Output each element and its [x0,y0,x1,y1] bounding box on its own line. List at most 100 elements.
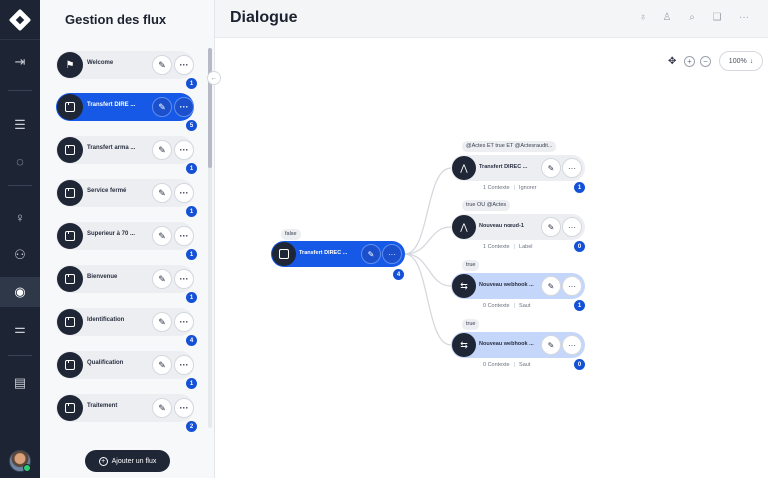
webhook-node[interactable]: ⇆ Nouveau webhook ... ✎ ··· 0 Contexte | S… [451,273,585,311]
chat-icon[interactable]: ❏ [710,12,724,23]
folder-icon [57,180,83,206]
flux-item-label: Transfert arma ... [87,145,136,151]
zoom-out-icon[interactable]: − [700,56,711,67]
add-flux-label: Ajouter un flux [111,457,157,465]
condition-tag: true OU @Actes [462,200,511,211]
edit-icon[interactable]: ✎ [152,55,172,75]
more-icon[interactable]: ··· [174,398,194,418]
dialogue-icon[interactable]: ◉ [0,277,40,307]
node-count-badge: 4 [393,269,404,280]
edit-icon[interactable]: ✎ [152,398,172,418]
user-avatar[interactable] [9,450,31,472]
flux-count-badge: 1 [186,78,197,89]
flux-item-label: Superieur à 70 ... [87,231,136,237]
flux-item-transfert-dire[interactable]: Transfert DIRE ... ✎ ··· 5 [56,93,197,131]
branch-node[interactable]: ⋀ Nouveau nœud-1 ✎ ··· 1 Contexte | Label … [451,214,585,252]
flux-panel: Gestion des flux ⚑ Welcome ✎ ··· 1 Trans… [40,0,215,478]
flux-item-superieur[interactable]: Superieur à 70 ... ✎ ··· 1 [56,222,197,260]
list-icon[interactable]: ☰ [0,110,40,140]
node-label: Nouveau webhook ... [479,282,534,288]
condition-tag: false [281,229,301,240]
folder-icon [272,242,296,266]
edit-icon[interactable]: ✎ [152,312,172,332]
more-icon[interactable]: ··· [174,226,194,246]
edit-icon[interactable]: ✎ [152,269,172,289]
webhook-node[interactable]: ⇆ Nouveau webhook ... ✎ ··· 0 Contexte | S… [451,332,585,370]
collapse-panel-icon[interactable]: ← [207,71,221,85]
node-label: Transfert DIREC ... [299,250,348,256]
lightbulb-icon[interactable]: ♁ [636,12,650,23]
webhook-icon: ⇆ [452,274,476,298]
more-icon[interactable]: ··· [174,355,194,375]
flux-item-label: Welcome [87,60,114,66]
more-icon[interactable]: ··· [737,12,751,23]
transfer-icon: ⋀ [452,156,476,180]
flux-count-badge: 1 [186,163,197,174]
user-icon[interactable]: ♙ [660,12,674,23]
lightbulb-icon[interactable]: ♀ [0,202,40,232]
sliders-icon[interactable]: ⚌ [0,314,40,344]
more-icon[interactable]: ··· [382,244,402,264]
zoom-in-icon[interactable]: + [684,56,695,67]
expand-menu-icon[interactable]: ⇥ [0,47,40,77]
meta-action: Ignorer [519,185,537,191]
flux-item-welcome[interactable]: ⚑ Welcome ✎ ··· 1 [56,51,197,89]
folder-icon [57,309,83,335]
plus-icon: + [98,456,108,466]
edit-icon[interactable]: ✎ [541,217,561,237]
folder-icon [57,223,83,249]
branch-node[interactable]: ⋀ Transfert DIREC ... ✎ ··· 1 Contexte | I… [451,155,585,193]
panel-scrollbar[interactable] [208,48,212,428]
meta-context: 0 Contexte [483,362,510,368]
add-flux-button[interactable]: + Ajouter un flux [85,450,170,472]
zoom-select[interactable]: 100% ↓ [719,51,763,71]
edit-icon[interactable]: ✎ [541,158,561,178]
more-icon[interactable]: ··· [562,276,582,296]
more-icon[interactable]: ··· [562,335,582,355]
flux-item-identification[interactable]: Identification ✎ ··· 4 [56,308,197,346]
form-icon[interactable]: ▤ [0,368,40,398]
edit-icon[interactable]: ✎ [541,335,561,355]
edit-icon[interactable]: ✎ [152,140,172,160]
more-icon[interactable]: ··· [174,312,194,332]
edit-icon[interactable]: ✎ [152,226,172,246]
meta-action: Saut [519,303,531,309]
app-logo[interactable] [0,0,40,40]
folder-icon [57,395,83,421]
more-icon[interactable]: ··· [562,158,582,178]
more-icon[interactable]: ··· [174,269,194,289]
flux-item-label: Qualification [87,360,124,366]
more-icon[interactable]: ··· [174,55,194,75]
meta-context: 1 Contexte [483,244,510,250]
panel-title: Gestion des flux [65,12,167,27]
flux-item-traitement[interactable]: Traitement ✎ ··· 2 [56,394,197,432]
condition-tag: @Actes ET true ET @Actesraudit... [462,141,557,152]
edit-icon[interactable]: ✎ [152,97,172,117]
main-node[interactable]: Transfert DIREC ... ✎ ··· 4 [271,241,405,280]
node-label: Transfert DIREC ... [479,164,528,170]
edit-icon[interactable]: ✎ [152,355,172,375]
search-icon[interactable]: ⌕ [685,12,699,23]
node-count-badge: 0 [574,359,585,370]
more-icon[interactable]: ··· [174,97,194,117]
nav-rail: ⇥ ☰ ◌ ♀ ⚇ ◉ ⚌ ▤ [0,0,40,478]
flux-item-qualification[interactable]: Qualification ✎ ··· 1 [56,351,197,389]
chat-bubbles-icon[interactable]: ◌ [0,146,40,176]
flux-item-service-ferme[interactable]: Service fermé ✎ ··· 1 [56,179,197,217]
move-icon[interactable]: ✥ [668,56,676,67]
more-icon[interactable]: ··· [174,183,194,203]
flux-count-badge: 5 [186,120,197,131]
meta-context: 0 Contexte [483,303,510,309]
network-icon[interactable]: ⚇ [0,240,40,270]
edit-icon[interactable]: ✎ [361,244,381,264]
node-count-badge: 0 [574,241,585,252]
more-icon[interactable]: ··· [562,217,582,237]
flux-item-transfert-arma[interactable]: Transfert arma ... ✎ ··· 1 [56,136,197,174]
edit-icon[interactable]: ✎ [541,276,561,296]
flux-count-badge: 2 [186,421,197,432]
flux-item-bienvenue[interactable]: Bienvenue ✎ ··· 1 [56,265,197,303]
more-icon[interactable]: ··· [174,140,194,160]
edit-icon[interactable]: ✎ [152,183,172,203]
flux-count-badge: 1 [186,292,197,303]
node-label: Nouveau nœud-1 [479,223,524,229]
